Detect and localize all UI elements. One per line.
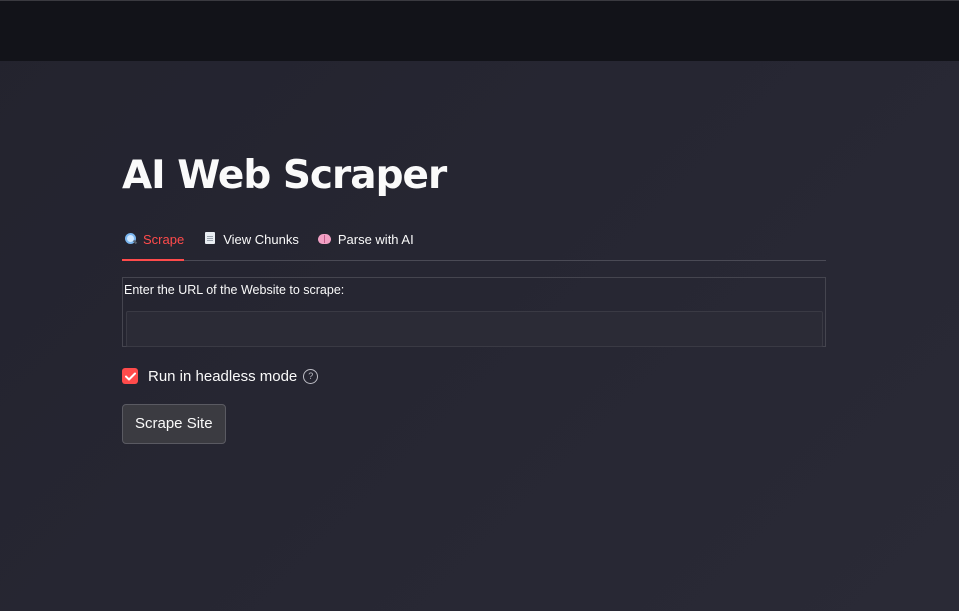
url-input-container xyxy=(126,311,823,347)
tab-scrape[interactable]: Scrape xyxy=(122,218,185,261)
tab-bar: Scrape View Chunks Parse with AI xyxy=(122,218,826,261)
url-field-label: Enter the URL of the Website to scrape: xyxy=(124,283,345,297)
headless-mode-label: Run in headless mode xyxy=(148,367,298,385)
question-circle-icon[interactable]: ? xyxy=(303,368,319,384)
tab-scrape-label: Scrape xyxy=(143,231,185,247)
url-form: Enter the URL of the Website to scrape: xyxy=(122,277,826,347)
document-icon xyxy=(202,231,218,247)
brain-icon xyxy=(317,232,333,247)
tab-parse-with-ai[interactable]: Parse with AI xyxy=(317,218,414,260)
tab-parse-with-ai-label: Parse with AI xyxy=(337,231,414,247)
page-title: AI Web Scraper xyxy=(122,153,447,198)
main-content: AI Web Scraper Scrape View Chunks Parse … xyxy=(122,148,826,444)
checkmark-icon xyxy=(124,372,136,380)
scrape-site-button[interactable]: Scrape Site xyxy=(122,404,226,444)
search-icon xyxy=(122,232,138,247)
tab-view-chunks[interactable]: View Chunks xyxy=(202,218,299,260)
headless-mode-checkbox[interactable] xyxy=(122,368,138,384)
tab-view-chunks-label: View Chunks xyxy=(223,231,299,247)
url-input[interactable] xyxy=(127,312,822,346)
headless-mode-row: Run in headless mode ? xyxy=(122,367,826,385)
top-header-bar xyxy=(0,0,959,61)
